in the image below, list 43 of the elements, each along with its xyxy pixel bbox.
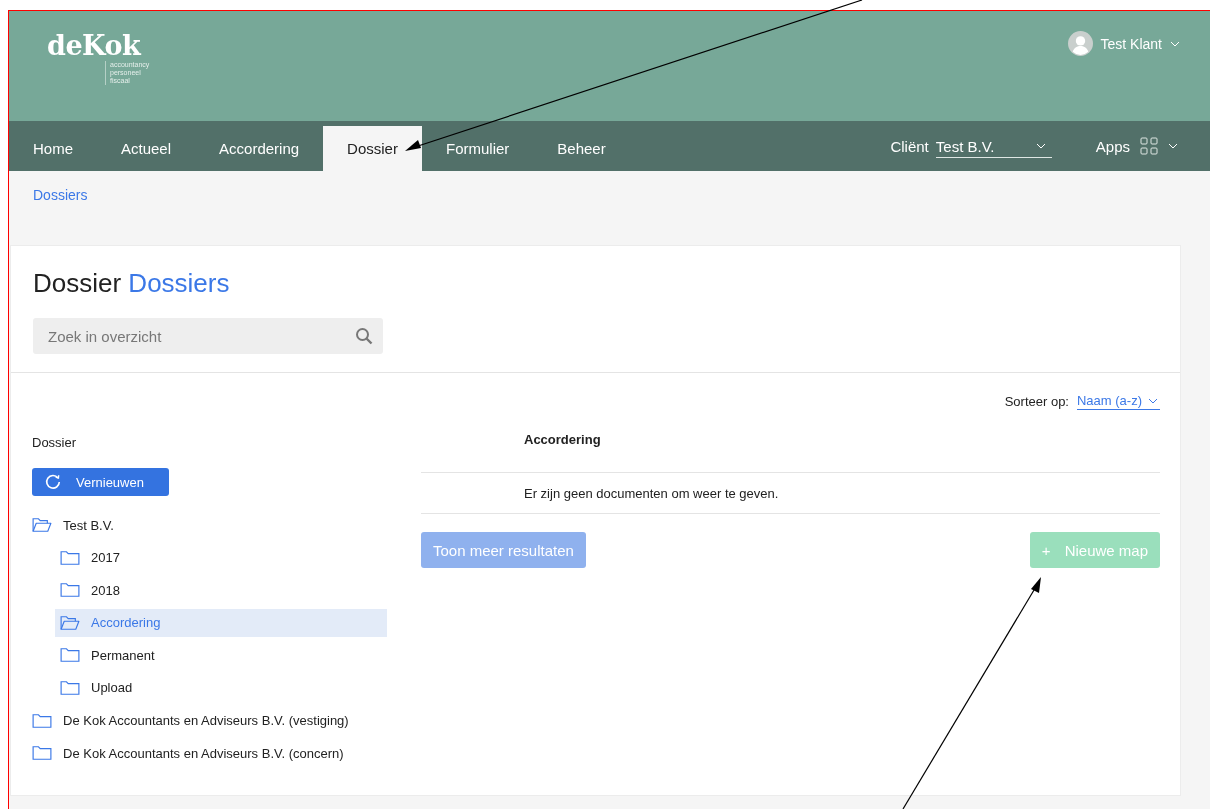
nav-tab[interactable]: Actueel — [97, 126, 196, 171]
tree-item[interactable]: Accordering — [55, 608, 387, 637]
nav-tab[interactable]: Formulier — [421, 126, 534, 171]
apps-menu[interactable]: Apps — [1095, 121, 1178, 171]
client-dropdown[interactable]: Test B.V. — [935, 137, 1052, 158]
folder-icon — [60, 679, 80, 696]
tree-item[interactable]: Permanent — [55, 641, 387, 670]
tree-item[interactable]: De Kok Accountants en Adviseurs B.V. (concern) — [32, 739, 387, 768]
folder-icon — [60, 582, 80, 599]
search-icon — [355, 327, 373, 345]
tree-item[interactable]: 2018 — [55, 576, 387, 605]
sort-dropdown[interactable]: Naam (a-z) — [1077, 393, 1160, 410]
nav-tab[interactable]: Beheer — [533, 126, 630, 171]
folder-icon — [32, 745, 52, 762]
tree-item[interactable]: 2017 — [55, 543, 387, 572]
empty-message: Er zijn geen documenten om weer te geven. — [524, 485, 779, 501]
refresh-button[interactable]: Vernieuwen — [32, 468, 169, 496]
avatar-icon — [1067, 31, 1093, 56]
chevron-icon — [1168, 143, 1178, 149]
folder-icon — [32, 712, 52, 729]
logo-text: deKok — [47, 31, 143, 61]
page-title: Dossier Dossiers — [33, 268, 231, 299]
sort-label: Sorteer op: — [1004, 394, 1069, 409]
chevron-icon — [1170, 40, 1180, 47]
nav-tab[interactable]: Dossier — [323, 126, 422, 171]
nav-tab[interactable]: Accordering — [195, 126, 324, 171]
column-header: Accordering — [524, 432, 601, 447]
nav-tab[interactable]: Home — [9, 126, 97, 171]
folder-icon — [60, 647, 80, 664]
folder-icon — [60, 549, 80, 566]
refresh-icon — [44, 473, 62, 491]
search-field[interactable]: Zoek in overzicht — [33, 318, 383, 354]
tree-item[interactable]: Upload — [55, 673, 387, 702]
tree-item[interactable]: De Kok Accountants en Adviseurs B.V. (vestiging) — [32, 706, 387, 735]
chevron-icon — [1035, 143, 1046, 149]
breadcrumb-link[interactable]: Dossiers — [33, 187, 88, 203]
client-label: Cliënt — [890, 137, 929, 155]
tree-item[interactable]: Test B.V. — [32, 511, 387, 539]
tree-heading: Dossier — [32, 435, 78, 450]
open-folder-icon — [60, 614, 80, 631]
grid-icon — [1140, 137, 1158, 155]
chevron-icon — [1148, 397, 1158, 404]
open-folder-icon — [32, 517, 52, 533]
